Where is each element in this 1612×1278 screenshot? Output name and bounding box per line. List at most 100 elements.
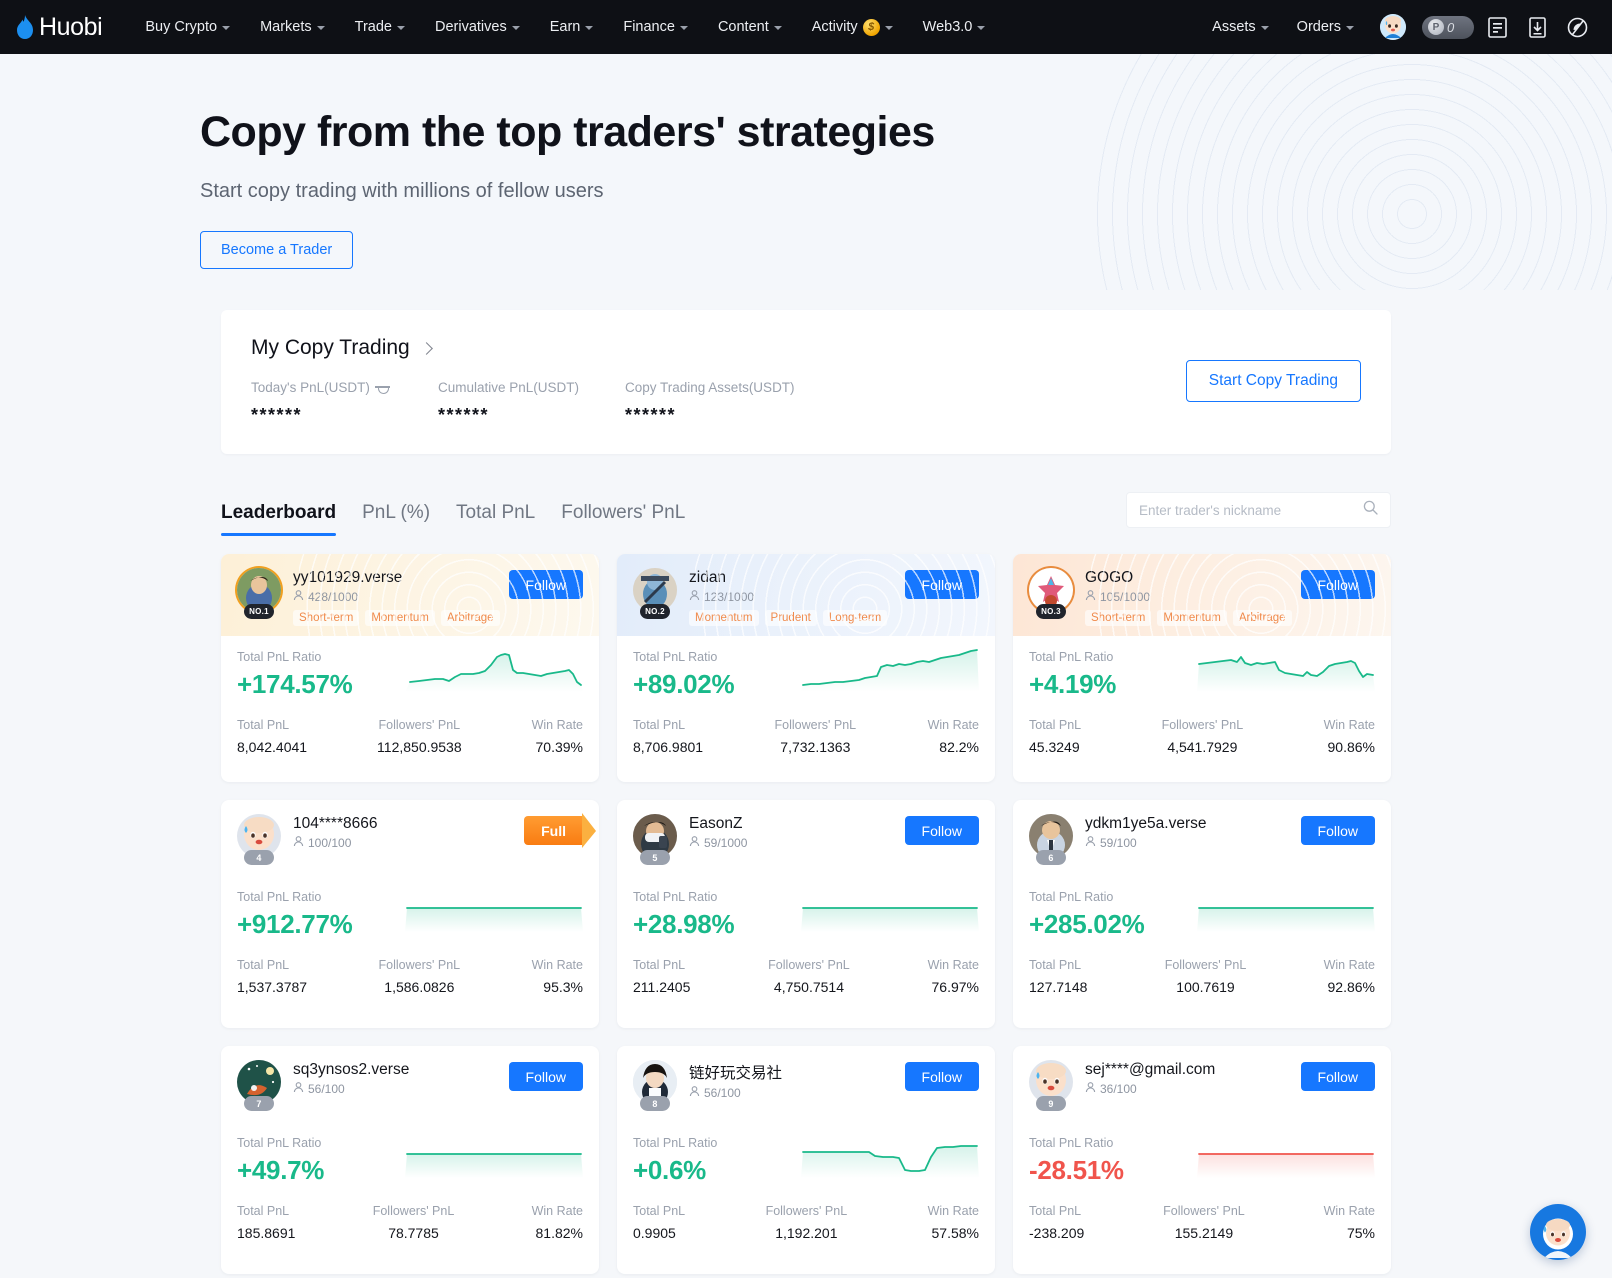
- trader-card[interactable]: NO.2 zidan 123/1000 Momentum Prudent Long-…: [617, 554, 995, 782]
- chevron-down-icon: [679, 26, 688, 30]
- nav-item-buy-crypto[interactable]: Buy Crypto: [130, 19, 245, 35]
- follower-count-text: 56/100: [308, 1082, 345, 1096]
- nav-item-trade[interactable]: Trade: [340, 19, 420, 35]
- points-pill-icon[interactable]: P 0: [1422, 15, 1474, 39]
- trader-tag: Momentum: [1157, 610, 1227, 626]
- trader-head-info: 链好玩交易社 56/100: [689, 1060, 905, 1106]
- user-avatar-icon[interactable]: [1380, 14, 1406, 40]
- customer-service-avatar-icon: [1543, 1218, 1573, 1258]
- trader-head-info: 104****8666 100/100: [293, 814, 524, 856]
- nav-item-earn[interactable]: Earn: [535, 19, 609, 35]
- metric-value: 92.86%: [1327, 979, 1375, 995]
- trader-card[interactable]: 9 sej****@gmail.com 36/100 Follow Total …: [1013, 1046, 1391, 1274]
- trader-name[interactable]: ydkm1ye5a.verse: [1085, 815, 1301, 833]
- become-a-trader-button[interactable]: Become a Trader: [200, 231, 354, 269]
- my-copy-trading-link[interactable]: My Copy Trading: [251, 336, 1186, 360]
- start-copy-trading-button[interactable]: Start Copy Trading: [1185, 360, 1361, 402]
- tab-leaderboard[interactable]: Leaderboard: [221, 502, 337, 536]
- trader-name[interactable]: sej****@gmail.com: [1085, 1061, 1301, 1079]
- nav-item-finance[interactable]: Finance: [608, 19, 703, 35]
- trader-name[interactable]: zidan: [689, 569, 905, 587]
- nav-item-activity[interactable]: Activity $: [797, 18, 908, 36]
- nav-item-assets[interactable]: Assets: [1198, 19, 1283, 35]
- pnl-sparkline-chart: [801, 907, 979, 932]
- order-list-icon[interactable]: [1480, 10, 1514, 44]
- nav-item-web3[interactable]: Web3.0: [908, 19, 1001, 35]
- follow-button[interactable]: Follow: [1300, 570, 1375, 599]
- trader-card[interactable]: NO.3 GOGO 105/1000 Short-term Momentum Arb…: [1013, 554, 1391, 782]
- trader-name[interactable]: 链好玩交易社: [689, 1061, 905, 1083]
- metric-followers-pnl: Followers' PnL 78.7785: [373, 1204, 455, 1241]
- trader-name[interactable]: GOGO: [1085, 569, 1301, 587]
- follower-count-text: 100/100: [308, 836, 352, 850]
- trader-avatar-wrap: 9: [1029, 1060, 1073, 1111]
- trader-card[interactable]: 6 ydkm1ye5a.verse 59/100 Follow Total Pn…: [1013, 800, 1391, 1028]
- person-icon: [689, 1086, 700, 1100]
- metric-win-rate: Win Rate 81.82%: [532, 1204, 583, 1241]
- primary-nav: Buy Crypto Markets Trade Derivatives Ear…: [130, 18, 1001, 36]
- trader-metrics: Total PnL 1,537.3787 Followers' PnL 1,58…: [221, 958, 599, 995]
- trader-card[interactable]: 7 sq3ynsos2.verse 56/100 Follow Total Pn…: [221, 1046, 599, 1274]
- hero-decorative-rings: [1092, 54, 1612, 290]
- trader-name[interactable]: EasonZ: [689, 815, 905, 833]
- metric-followers-pnl: Followers' PnL 112,850.9538: [377, 718, 462, 755]
- pnl-sparkline-chart: [1197, 907, 1375, 932]
- metric-value: 7,732.1363: [780, 739, 851, 755]
- trader-card-body: Total PnL Ratio +285.02%: [1013, 876, 1391, 940]
- follow-button[interactable]: Follow: [1300, 1062, 1375, 1091]
- download-icon[interactable]: [1520, 10, 1554, 44]
- search-input[interactable]: [1139, 502, 1363, 518]
- my-copy-trading-title: My Copy Trading: [251, 336, 410, 359]
- metric-win-rate: Win Rate 75%: [1324, 1204, 1375, 1241]
- trader-card-header: 9 sej****@gmail.com 36/100 Follow: [1013, 1046, 1391, 1122]
- nav-item-content[interactable]: Content: [703, 19, 797, 35]
- stat-copy-trading-assets: Copy Trading Assets(USDT) ******: [625, 380, 795, 426]
- page-title: Copy from the top traders' strategies: [200, 108, 935, 156]
- metric-followers-pnl: Followers' PnL 7,732.1363: [775, 718, 857, 755]
- trader-name[interactable]: yy101929.verse: [293, 569, 509, 587]
- tab-total-pnl[interactable]: Total PnL: [456, 502, 535, 536]
- metric-label: Followers' PnL: [378, 958, 461, 972]
- follow-button[interactable]: Follow: [904, 1062, 979, 1091]
- nav-item-markets[interactable]: Markets: [245, 19, 340, 35]
- follower-count: 59/1000: [689, 836, 905, 850]
- follower-count: 428/1000: [293, 590, 509, 604]
- eye-hidden-icon[interactable]: [374, 382, 390, 394]
- trader-card[interactable]: 8 链好玩交易社 56/100 Follow Total PnL Ratio +…: [617, 1046, 995, 1274]
- rank-badge: 7: [244, 1096, 274, 1111]
- metric-value: 100.7619: [1176, 979, 1235, 995]
- trader-card[interactable]: NO.1 yy101929.verse 428/1000 Short-term M…: [221, 554, 599, 782]
- chevron-down-icon: [511, 26, 520, 30]
- night-mode-icon[interactable]: [1560, 10, 1594, 44]
- trader-name[interactable]: sq3ynsos2.verse: [293, 1061, 509, 1079]
- person-icon: [1085, 1082, 1096, 1096]
- trader-card-body: Total PnL Ratio +0.6%: [617, 1122, 995, 1186]
- customer-service-button[interactable]: [1530, 1204, 1586, 1260]
- follow-button[interactable]: Follow: [508, 1062, 583, 1091]
- metric-win-rate: Win Rate 82.2%: [928, 718, 979, 755]
- trader-tags: Short-term Momentum Arbitrage: [1085, 610, 1301, 626]
- follower-count: 36/100: [1085, 1082, 1301, 1096]
- huobi-logo[interactable]: Huobi: [14, 13, 103, 42]
- stat-label: Copy Trading Assets(USDT): [625, 380, 795, 395]
- search-icon[interactable]: [1363, 500, 1378, 520]
- follow-button[interactable]: Follow: [904, 816, 979, 845]
- metric-label: Win Rate: [927, 718, 979, 732]
- follow-button[interactable]: Follow: [508, 570, 583, 599]
- metric-label: Win Rate: [1323, 718, 1375, 732]
- metric-value: 4,750.7514: [773, 979, 844, 995]
- trader-name[interactable]: 104****8666: [293, 815, 524, 833]
- trader-card[interactable]: 4 104****8666 100/100 Full Total PnL Rat…: [221, 800, 599, 1028]
- trader-card[interactable]: 5 EasonZ 59/1000 Follow Total PnL Ratio …: [617, 800, 995, 1028]
- trader-card-body: Total PnL Ratio +49.7%: [221, 1122, 599, 1186]
- tab-followers-pnl[interactable]: Followers' PnL: [561, 502, 685, 536]
- trader-search-box[interactable]: [1126, 492, 1391, 528]
- follow-button[interactable]: Follow: [1300, 816, 1375, 845]
- follow-button[interactable]: Follow: [904, 570, 979, 599]
- metric-total-pnl: Total PnL 45.3249: [1029, 718, 1081, 755]
- nav-item-derivatives[interactable]: Derivatives: [420, 19, 535, 35]
- trader-metrics: Total PnL 127.7148 Followers' PnL 100.76…: [1013, 958, 1391, 995]
- my-copy-trading-left: My Copy Trading Today's PnL(USDT) ******…: [251, 336, 1186, 426]
- tab-pnl-percent[interactable]: PnL (%): [362, 502, 430, 536]
- nav-item-orders[interactable]: Orders: [1283, 19, 1368, 35]
